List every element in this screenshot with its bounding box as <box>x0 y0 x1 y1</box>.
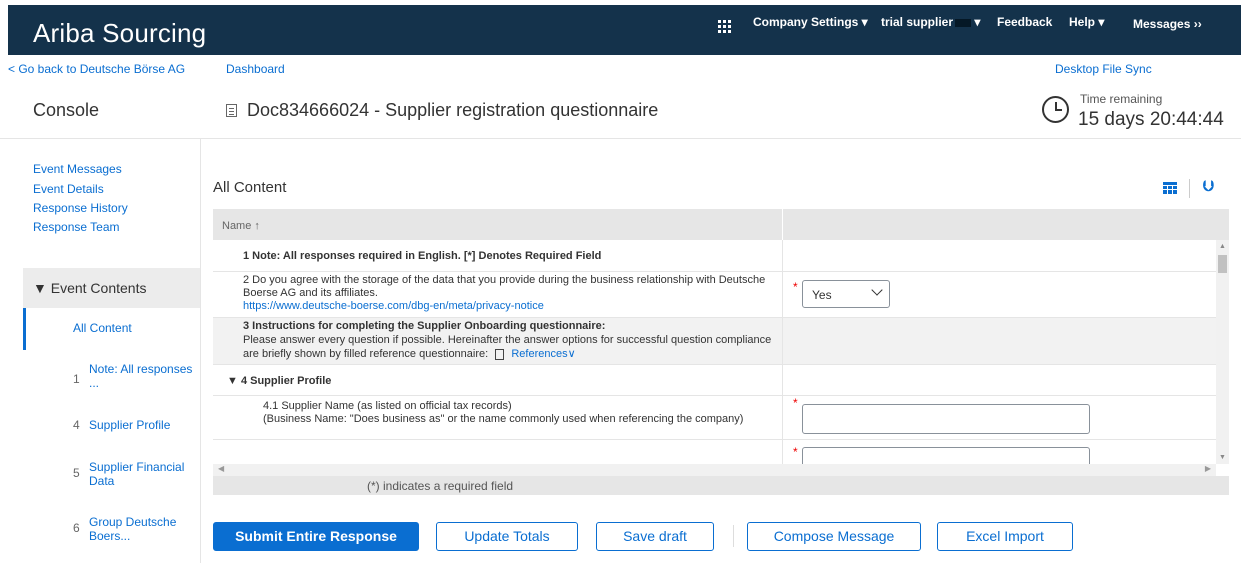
messages-link[interactable]: Messages ›› <box>1133 17 1202 31</box>
document-title: Doc834666024 - Supplier registration que… <box>226 100 658 121</box>
time-remaining-value: 15 days 20:44:44 <box>1078 109 1224 130</box>
help-menu[interactable]: Help ▾ <box>1069 15 1104 29</box>
console-title: Console <box>33 100 100 120</box>
all-content-title: All Content <box>213 179 287 196</box>
scroll-right-icon[interactable]: ▶ <box>1205 464 1211 473</box>
supplier-name-input[interactable] <box>802 404 1090 434</box>
row-2-text: 2 Do you agree with the storage of the d… <box>243 274 766 299</box>
button-divider <box>733 525 734 547</box>
reference-doc-icon <box>495 348 505 360</box>
event-contents-toggle[interactable]: ▼ Event Contents <box>23 268 200 308</box>
table-view-icon[interactable] <box>1163 182 1177 194</box>
scroll-down-icon[interactable]: ▼ <box>1219 454 1226 461</box>
sidebar-item-all-content[interactable]: All Content <box>23 308 200 350</box>
sidebar-item-label: Group Deutsche Boers... <box>89 515 177 543</box>
desktop-file-sync-link[interactable]: Desktop File Sync <box>1055 62 1152 76</box>
user-menu[interactable]: trial supplier ▾ <box>881 15 980 29</box>
chevron-down-icon[interactable]: ∨ <box>568 348 576 360</box>
sidebar-item-label: Supplier Financial Data <box>89 460 185 488</box>
document-title-text: Doc834666024 - Supplier registration que… <box>247 100 659 120</box>
column-separator <box>782 365 783 395</box>
dashboard-link[interactable]: Dashboard <box>226 62 285 76</box>
table-row-4: ▼ 4 Supplier Profile <box>213 365 1216 396</box>
user-menu-label: trial supplier <box>881 15 954 29</box>
document-icon <box>226 104 237 117</box>
toolbar-divider <box>1189 179 1190 198</box>
sidebar-event-messages[interactable]: Event Messages <box>33 162 122 176</box>
sidebar-item-number: 1 <box>73 372 80 386</box>
row-3-title: 3 Instructions for completing the Suppli… <box>243 320 606 332</box>
required-field-note: (*) indicates a required field <box>367 479 514 493</box>
scroll-up-icon[interactable]: ▲ <box>1219 243 1226 250</box>
required-mark: * <box>793 280 798 294</box>
sidebar-response-team[interactable]: Response Team <box>33 220 120 234</box>
time-remaining: Time remaining 15 days 20:44:44 <box>1042 92 1232 132</box>
sidebar-item-number: 4 <box>73 418 80 432</box>
agreement-select[interactable]: Yes <box>802 280 890 308</box>
submit-entire-response-button[interactable]: Submit Entire Response <box>213 522 419 551</box>
sidebar-event-details[interactable]: Event Details <box>33 182 104 196</box>
references-link[interactable]: References <box>511 348 567 360</box>
row-3-text: Please answer every question if possible… <box>243 334 772 360</box>
column-separator <box>782 240 783 271</box>
compose-message-button[interactable]: Compose Message <box>747 522 921 551</box>
required-mark: * <box>793 396 798 410</box>
name-column-header[interactable]: Name ↑ <box>222 220 260 232</box>
vertical-scrollbar[interactable]: ▲ ▼ <box>1216 240 1229 464</box>
clock-icon <box>1042 96 1069 123</box>
app-grid-icon[interactable] <box>718 20 731 33</box>
brand-logo: Ariba Sourcing <box>33 18 207 48</box>
table-header: Name ↑ <box>213 209 1229 240</box>
expand-all-icon[interactable]: ⮋ <box>1203 178 1214 195</box>
redacted-mask <box>955 18 972 27</box>
table-footer: (*) indicates a required field <box>213 476 1229 495</box>
supplier-profile-section-toggle[interactable]: ▼ 4 Supplier Profile <box>227 375 331 387</box>
update-totals-button[interactable]: Update Totals <box>436 522 578 551</box>
scroll-left-icon[interactable]: ◀ <box>218 464 224 473</box>
table-row-3: 3 Instructions for completing the Suppli… <box>213 318 1216 365</box>
table-row-2: 2 Do you agree with the storage of the d… <box>213 272 1216 318</box>
row-1-text: 1 Note: All responses required in Englis… <box>243 250 602 262</box>
table-row-next: * <box>213 440 1216 464</box>
next-field-input[interactable] <box>802 447 1090 464</box>
sidebar-item-number: 5 <box>73 466 80 480</box>
feedback-link[interactable]: Feedback <box>997 15 1052 29</box>
save-draft-button[interactable]: Save draft <box>596 522 714 551</box>
table-row-4-1: 4.1 Supplier Name (as listed on official… <box>213 396 1216 440</box>
sidebar-divider <box>200 139 201 563</box>
header-divider <box>0 138 1241 139</box>
column-separator <box>782 318 783 364</box>
back-link[interactable]: < Go back to Deutsche Börse AG <box>8 62 185 76</box>
column-separator <box>782 396 783 439</box>
top-bar: Ariba Sourcing Company Settings ▾ trial … <box>8 5 1241 55</box>
scroll-thumb[interactable] <box>1218 255 1227 273</box>
sidebar-item-label: Note: All responses ... <box>89 362 193 390</box>
column-separator <box>782 209 783 240</box>
privacy-notice-link[interactable]: https://www.deutsche-boerse.com/dbg-en/m… <box>243 300 544 312</box>
sidebar-item-label: Supplier Profile <box>89 418 171 432</box>
row-4-1-text: 4.1 Supplier Name (as listed on official… <box>263 400 744 425</box>
company-settings-menu[interactable]: Company Settings ▾ <box>753 15 868 29</box>
horizontal-scrollbar[interactable]: ◀ ▶ <box>213 464 1216 476</box>
column-separator <box>782 272 783 317</box>
time-remaining-label: Time remaining <box>1080 92 1163 106</box>
table-row-1: 1 Note: All responses required in Englis… <box>213 240 1216 272</box>
excel-import-button[interactable]: Excel Import <box>937 522 1073 551</box>
sidebar-response-history[interactable]: Response History <box>33 201 128 215</box>
chevron-down-icon <box>871 284 883 296</box>
column-separator <box>782 440 783 464</box>
required-mark: * <box>793 445 798 459</box>
sidebar-item-number: 6 <box>73 521 80 535</box>
agreement-select-value: Yes <box>812 288 832 302</box>
